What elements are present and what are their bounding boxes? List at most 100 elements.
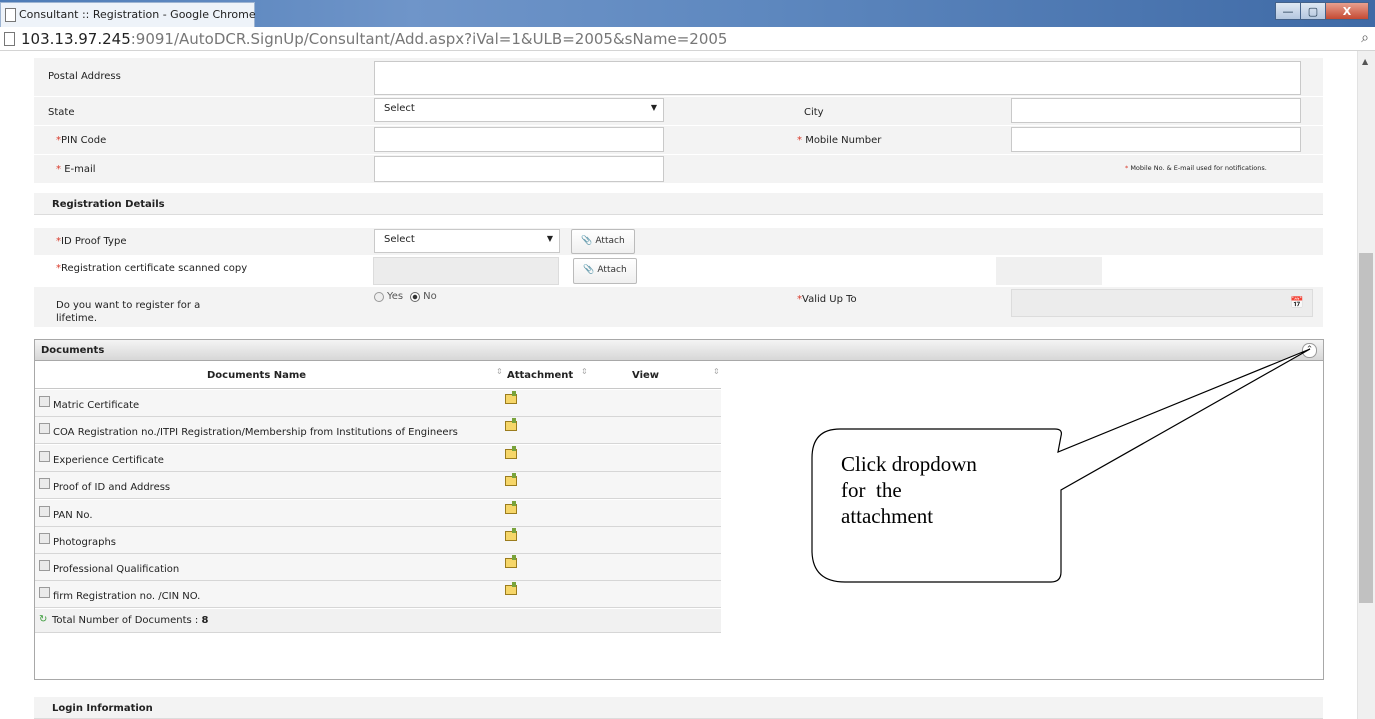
cert-copy-field[interactable] bbox=[373, 257, 559, 285]
total-label: Total Number of Documents : bbox=[52, 615, 202, 626]
column-documents-name[interactable]: Documents Name bbox=[207, 370, 306, 381]
column-view[interactable]: View bbox=[632, 370, 659, 381]
scroll-up-icon[interactable]: ▲ bbox=[1362, 57, 1368, 66]
window-title: Consultant :: Registration - Google Chro… bbox=[19, 8, 256, 21]
mobile-number-field[interactable] bbox=[1011, 127, 1301, 152]
id-proof-attach-button[interactable]: 📎 Attach bbox=[571, 229, 635, 254]
window-controls: — ▢ X bbox=[1275, 2, 1369, 20]
postal-address-field[interactable] bbox=[374, 61, 1301, 95]
required-mark: * bbox=[797, 135, 802, 146]
documents-title: Documents bbox=[41, 345, 105, 356]
total-count: 8 bbox=[201, 615, 209, 626]
required-mark: * bbox=[56, 164, 61, 175]
sort-icon[interactable]: ⇕ bbox=[581, 367, 588, 376]
document-name: Photographs bbox=[53, 537, 117, 548]
city-field[interactable] bbox=[1011, 98, 1301, 123]
city-label: City bbox=[804, 107, 824, 118]
attach-icon[interactable] bbox=[505, 446, 517, 459]
radio-no-label: No bbox=[423, 291, 437, 302]
page-icon bbox=[5, 8, 16, 22]
postal-address-label: Postal Address bbox=[48, 71, 121, 82]
url-text[interactable]: 103.13.97.245:9091/AutoDCR.SignUp/Consul… bbox=[21, 30, 727, 48]
column-attachment[interactable]: Attachment bbox=[507, 370, 573, 381]
table-row: Matric Certificate bbox=[35, 390, 721, 417]
email-label-text: E-mail bbox=[64, 164, 96, 175]
registration-details-header: Registration Details bbox=[34, 193, 1323, 215]
documents-grid-header: Documents Name ⇕ Attachment ⇕ View ⇕ bbox=[35, 362, 721, 389]
state-select-value: Select bbox=[384, 103, 415, 114]
id-proof-row bbox=[34, 228, 1323, 255]
dropdown-arrow-icon: ▼ bbox=[546, 234, 553, 243]
valid-up-to-label: *Valid Up To bbox=[797, 294, 857, 305]
maximize-button[interactable]: ▢ bbox=[1300, 2, 1326, 20]
page-scrollbar[interactable]: ▲ bbox=[1357, 51, 1375, 719]
id-proof-label-text: ID Proof Type bbox=[61, 236, 127, 247]
state-select[interactable]: Select ▼ bbox=[374, 98, 664, 122]
valid-up-to-field[interactable]: 📅 bbox=[1011, 289, 1313, 317]
row-checkbox[interactable] bbox=[39, 533, 50, 544]
dropdown-arrow-icon: ▼ bbox=[650, 103, 657, 112]
state-label: State bbox=[48, 107, 75, 118]
sort-icon[interactable]: ⇕ bbox=[713, 367, 720, 376]
pin-label: *PIN Code bbox=[56, 135, 106, 146]
row-checkbox[interactable] bbox=[39, 423, 50, 434]
mobile-label: * Mobile Number bbox=[797, 135, 881, 146]
row-checkbox[interactable] bbox=[39, 560, 50, 571]
callout-text: Click dropdown for the attachment bbox=[841, 451, 977, 529]
lifetime-label-1: Do you want to register for a bbox=[56, 300, 201, 311]
required-mark: * bbox=[1125, 164, 1129, 172]
attach-icon[interactable] bbox=[505, 555, 517, 568]
zoom-icon[interactable]: ⌕ bbox=[1361, 30, 1369, 46]
total-documents: Total Number of Documents : 8 bbox=[52, 615, 208, 626]
callout-line-1: Click dropdown bbox=[841, 452, 977, 476]
attach-icon[interactable] bbox=[505, 501, 517, 514]
row-checkbox[interactable] bbox=[39, 506, 50, 517]
attach-icon[interactable] bbox=[505, 528, 517, 541]
document-name: Professional Qualification bbox=[53, 564, 180, 575]
attach-icon[interactable] bbox=[505, 582, 517, 595]
row-checkbox[interactable] bbox=[39, 587, 50, 598]
attach-icon[interactable] bbox=[505, 391, 517, 404]
refresh-icon[interactable]: ↻ bbox=[39, 614, 47, 625]
sort-icon[interactable]: ⇕ bbox=[496, 367, 503, 376]
row-checkbox[interactable] bbox=[39, 478, 50, 489]
callout-line-2: for the bbox=[841, 478, 902, 502]
attach-label: Attach bbox=[595, 236, 625, 246]
address-bar[interactable]: 103.13.97.245:9091/AutoDCR.SignUp/Consul… bbox=[0, 27, 1375, 51]
cert-copy-label: *Registration certificate scanned copy bbox=[56, 263, 247, 274]
document-name: Matric Certificate bbox=[53, 400, 140, 411]
id-proof-label: *ID Proof Type bbox=[56, 236, 126, 247]
radio-yes[interactable] bbox=[374, 291, 384, 302]
window-title-tab: Consultant :: Registration - Google Chro… bbox=[0, 2, 256, 27]
email-field[interactable] bbox=[374, 156, 664, 182]
attach-icon[interactable] bbox=[505, 473, 517, 486]
document-name: Experience Certificate bbox=[53, 455, 164, 466]
lifetime-label-2: lifetime. bbox=[56, 313, 98, 324]
attach-icon: 📎 bbox=[581, 236, 593, 246]
document-name: COA Registration no./ITPI Registration/M… bbox=[53, 427, 458, 438]
lifetime-radio-group: Yes No bbox=[374, 291, 437, 302]
row-checkbox[interactable] bbox=[39, 396, 50, 407]
radio-yes-label: Yes bbox=[387, 291, 404, 302]
close-button[interactable]: X bbox=[1325, 2, 1369, 20]
attach-icon: 📎 bbox=[583, 265, 595, 275]
pin-code-field[interactable] bbox=[374, 127, 664, 152]
document-name: PAN No. bbox=[53, 510, 93, 521]
minimize-button[interactable]: — bbox=[1275, 2, 1301, 20]
attach-icon[interactable] bbox=[505, 418, 517, 431]
notification-note-text: Mobile No. & E-mail used for notificatio… bbox=[1130, 164, 1267, 172]
cert-copy-attach-button[interactable]: 📎 Attach bbox=[573, 258, 637, 284]
url-host: 103.13.97.245 bbox=[21, 30, 131, 48]
table-row: Professional Qualification bbox=[35, 554, 721, 581]
row-checkbox[interactable] bbox=[39, 451, 50, 462]
callout-line-3: attachment bbox=[841, 504, 934, 528]
email-label: * E-mail bbox=[56, 164, 96, 175]
documents-footer: ↻ Total Number of Documents : 8 bbox=[35, 609, 721, 633]
cert-placeholder-box bbox=[996, 257, 1102, 285]
scroll-thumb[interactable] bbox=[1359, 253, 1373, 603]
id-proof-select[interactable]: Select ▼ bbox=[374, 229, 560, 253]
login-information-title: Login Information bbox=[52, 703, 153, 714]
calendar-icon[interactable]: 📅 bbox=[1290, 296, 1304, 309]
radio-no[interactable] bbox=[410, 291, 421, 302]
id-proof-select-value: Select bbox=[384, 234, 415, 245]
